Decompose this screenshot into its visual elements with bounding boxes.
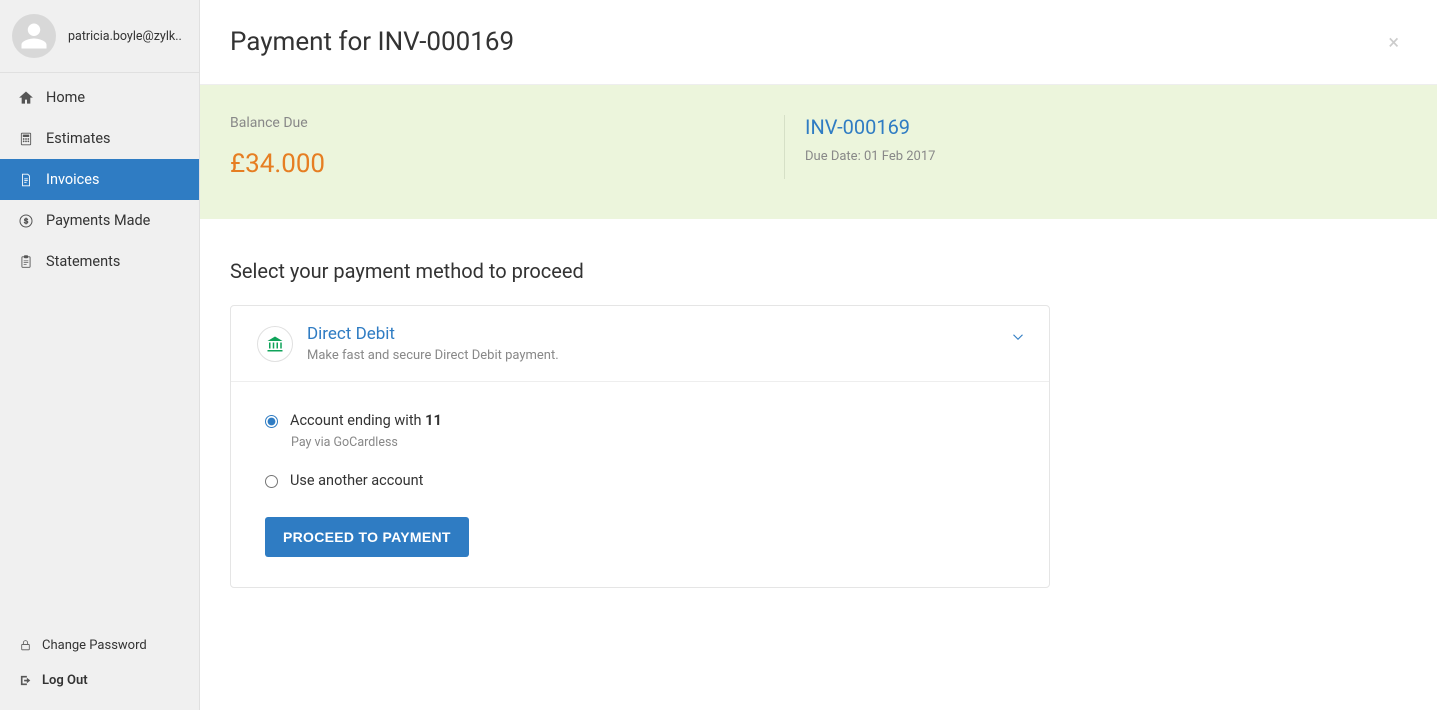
account-radio[interactable] — [265, 415, 278, 428]
method-title: Direct Debit — [307, 324, 559, 344]
lock-icon — [18, 639, 32, 653]
bank-icon — [257, 326, 293, 362]
logout-icon — [18, 674, 32, 688]
sidebar-item-estimates[interactable]: Estimates — [0, 118, 199, 159]
invoice-section: INV-000169 Due Date: 01 Feb 2017 — [785, 115, 935, 179]
payment-method-card: Direct Debit Make fast and secure Direct… — [230, 305, 1050, 588]
invoice-number-link[interactable]: INV-000169 — [805, 115, 935, 139]
clipboard-icon — [18, 254, 34, 270]
sidebar-item-label: Payments Made — [46, 212, 150, 229]
calculator-icon — [18, 131, 34, 147]
home-icon — [18, 90, 34, 106]
sidebar-footer: Change Password Log Out — [0, 628, 199, 710]
method-desc: Make fast and secure Direct Debit paymen… — [307, 348, 559, 363]
account-sublabel: Pay via GoCardless — [291, 435, 1015, 450]
page-header: Payment for INV-000169 × — [200, 0, 1437, 85]
account-label: Account ending with 11 — [290, 412, 442, 429]
log-out-link[interactable]: Log Out — [0, 663, 199, 698]
invoice-icon — [18, 172, 34, 188]
proceed-button[interactable]: PROCEED TO PAYMENT — [265, 517, 469, 557]
other-account-radio[interactable] — [265, 475, 278, 488]
main-content: Payment for INV-000169 × Balance Due £34… — [200, 0, 1437, 710]
sidebar: patricia.boyle@zylk.. Home Estimates Inv… — [0, 0, 200, 710]
sidebar-item-label: Invoices — [46, 171, 99, 188]
section-title: Select your payment method to proceed — [200, 259, 1437, 283]
card-header[interactable]: Direct Debit Make fast and secure Direct… — [231, 306, 1049, 382]
svg-text:$: $ — [24, 216, 28, 225]
other-account-row[interactable]: Use another account — [265, 472, 1015, 489]
dollar-circle-icon: $ — [18, 213, 34, 229]
sidebar-item-invoices[interactable]: Invoices — [0, 159, 199, 200]
sidebar-item-label: Estimates — [46, 130, 111, 147]
sidebar-header: patricia.boyle@zylk.. — [0, 0, 199, 73]
balance-due-label: Balance Due — [230, 115, 764, 131]
change-password-link[interactable]: Change Password — [0, 628, 199, 663]
sidebar-item-payments-made[interactable]: $ Payments Made — [0, 200, 199, 241]
sidebar-item-statements[interactable]: Statements — [0, 241, 199, 282]
balance-section: Balance Due £34.000 — [230, 115, 785, 179]
chevron-down-icon — [1009, 328, 1027, 350]
user-email: patricia.boyle@zylk.. — [68, 29, 182, 44]
page-title: Payment for INV-000169 — [230, 27, 514, 57]
due-date: Due Date: 01 Feb 2017 — [805, 149, 935, 164]
balance-amount: £34.000 — [230, 149, 764, 179]
close-button[interactable]: × — [1380, 26, 1407, 58]
sidebar-item-label: Statements — [46, 253, 120, 270]
summary-panel: Balance Due £34.000 INV-000169 Due Date:… — [200, 85, 1437, 219]
sidebar-item-home[interactable]: Home — [0, 77, 199, 118]
avatar — [12, 14, 56, 58]
other-account-label: Use another account — [290, 472, 423, 489]
nav: Home Estimates Invoices $ Payments Made … — [0, 73, 199, 628]
change-password-label: Change Password — [42, 638, 147, 653]
log-out-label: Log Out — [42, 673, 88, 688]
method-text: Direct Debit Make fast and secure Direct… — [307, 324, 559, 363]
card-body: Account ending with 11 Pay via GoCardles… — [231, 382, 1049, 587]
sidebar-item-label: Home — [46, 89, 85, 106]
account-option-row[interactable]: Account ending with 11 — [265, 412, 1015, 429]
